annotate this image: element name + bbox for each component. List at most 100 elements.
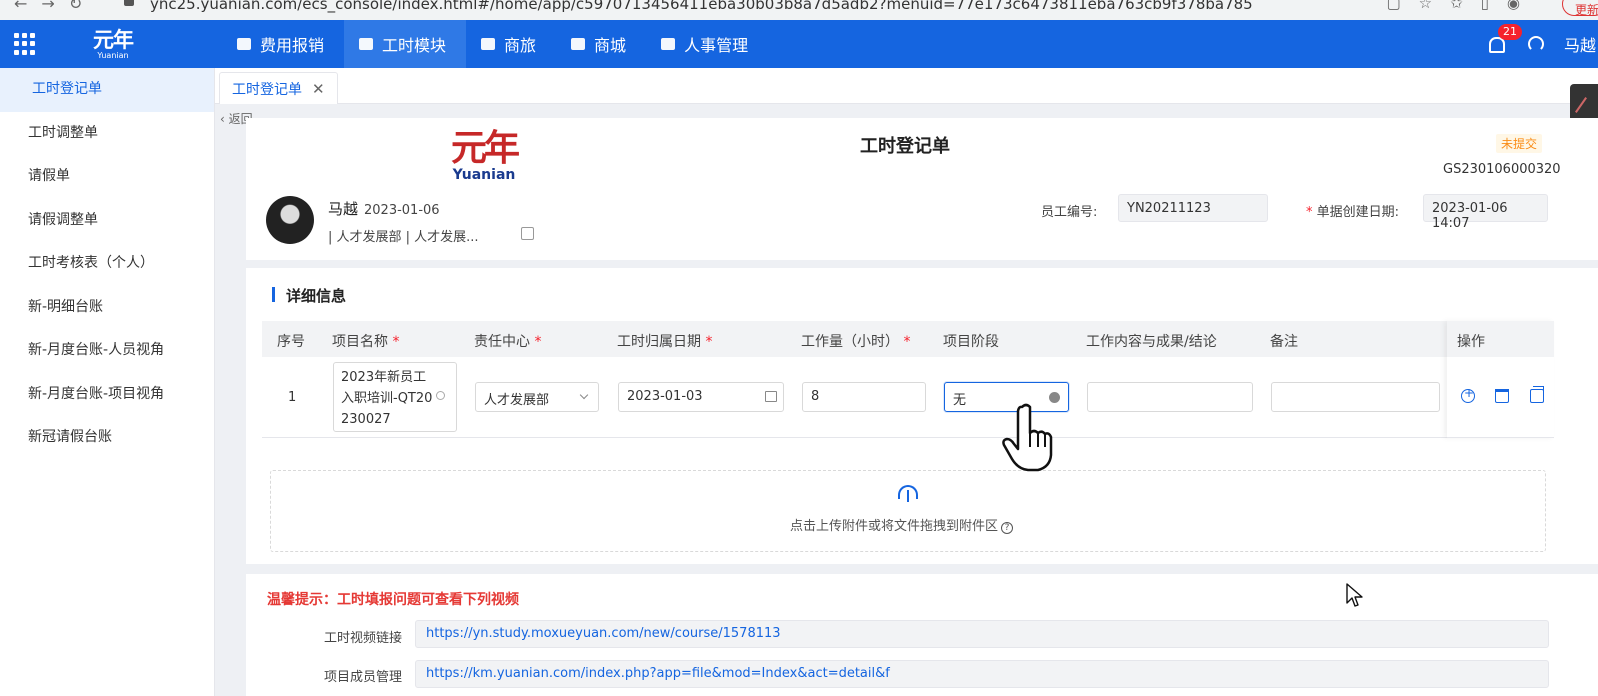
hours-input[interactable]: 8 (802, 382, 926, 412)
browser-nav-icons[interactable]: ←→↻ (14, 0, 96, 13)
sidebar-item-monthly-person[interactable]: 新-月度台账-人员视角 (0, 329, 214, 373)
upload-hint[interactable]: 点击上传附件或将文件拖拽到附件区? (790, 515, 1014, 534)
sidebar-item-covid-leave[interactable]: 新冠请假台账 (0, 416, 214, 460)
menu-item-label: 商城 (594, 36, 627, 55)
arrow-cursor-icon (1346, 583, 1363, 607)
user-name[interactable]: 马越 (1564, 32, 1598, 56)
tab-bar: 工时登记单 ✕ (215, 68, 1598, 104)
sidebar-item-monthly-project[interactable]: 新-月度台账-项目视角 (0, 373, 214, 417)
content-input[interactable] (1087, 382, 1253, 412)
remark-input[interactable] (1271, 382, 1440, 412)
column-header-center: 责任中心 * (474, 334, 542, 350)
column-header-hours-text: 工作量（小时） (801, 334, 899, 350)
store-icon (570, 37, 586, 51)
tab-timesheet[interactable]: 工时登记单 ✕ (219, 72, 338, 104)
column-header-date: 工时归属日期 * (617, 334, 713, 350)
center-select[interactable]: 人才发展部 (475, 382, 599, 412)
column-header-operations: 操作 (1457, 334, 1485, 350)
created-date-label: * 单据创建日期: (1306, 205, 1400, 220)
support-headset-icon[interactable] (1528, 36, 1544, 52)
person-department: | 人才发展部 | 人才发展... (328, 230, 479, 245)
upload-dropzone[interactable] (270, 470, 1546, 552)
sidebar-item-leave-adjust[interactable]: 请假调整单 (0, 199, 214, 243)
delete-icon[interactable] (1495, 389, 1509, 403)
company-logo: 元年 Yuanian (448, 128, 520, 183)
person-date: 2023-01-06 (364, 203, 440, 218)
brand-logo-cn: 元年 (93, 28, 134, 52)
browser-update-button[interactable]: 更新 (1562, 0, 1598, 17)
column-header-index: 序号 (277, 334, 305, 350)
created-date-field: 2023-01-06 14:07 (1423, 194, 1548, 231)
member-link[interactable]: https://km.yuanian.com/index.php?app=fil… (415, 660, 1549, 688)
sidebar-item-leave[interactable]: 请假单 (0, 155, 214, 199)
employee-no-label: 员工编号: (1041, 205, 1098, 220)
hand-cursor-icon (1002, 403, 1053, 472)
help-icon[interactable]: ? (1001, 522, 1014, 534)
calendar-icon[interactable] (765, 391, 777, 402)
address-bar[interactable]: ync25.yuanian.com/ecs_console/index.html… (150, 0, 1253, 13)
column-header-content: 工作内容与成果/结论 (1086, 334, 1217, 350)
column-header-stage: 项目阶段 (943, 334, 999, 350)
company-logo-cn: 元年 (450, 128, 520, 169)
tips-title: 温馨提示：工时填报问题可查看下列视频 (267, 592, 519, 608)
column-header-project-text: 项目名称 (332, 334, 388, 350)
suitcase-icon (480, 37, 496, 51)
browser-action-icons[interactable]: ▢☆✩▯◉ (1386, 0, 1538, 12)
sidebar-item-timesheet[interactable]: 工时登记单 (0, 68, 214, 112)
main-menu: 费用报销 工时模块 商旅 商城 人事管理 (222, 20, 768, 68)
menu-item-label: 人事管理 (684, 36, 749, 55)
browser-toolbar: ←→↻ ync25.yuanian.com/ecs_console/index.… (0, 0, 1598, 20)
copy-icon[interactable] (1530, 386, 1544, 403)
row-index: 1 (288, 390, 297, 405)
close-icon[interactable]: ✕ (312, 80, 325, 98)
sidebar-item-assessment[interactable]: 工时考核表（个人） (0, 242, 214, 286)
add-row-icon[interactable] (1461, 386, 1475, 403)
people-icon (660, 37, 676, 51)
date-picker[interactable]: 2023-01-03 (618, 382, 784, 412)
search-icon[interactable] (436, 391, 445, 400)
section-title: 详细信息 (272, 285, 346, 306)
brand-logo-en: Yuanian (97, 51, 129, 60)
lock-icon (124, 0, 134, 6)
brand-logo[interactable]: 元年 Yuanian (93, 28, 134, 60)
video-link[interactable]: https://yn.study.moxueyuan.com/new/cours… (415, 620, 1549, 648)
tab-label: 工时登记单 (232, 81, 302, 98)
document-number: GS230106000320 (1443, 162, 1561, 177)
top-right-tools: 21 马越 (1486, 20, 1598, 68)
clear-icon[interactable] (1049, 392, 1060, 403)
column-header-hours: 工作量（小时） * (801, 334, 911, 350)
menu-item-expense[interactable]: 费用报销 (222, 20, 344, 68)
company-logo-en: Yuanian (452, 167, 516, 183)
building-icon (358, 37, 374, 51)
column-header-remark: 备注 (1270, 334, 1298, 350)
menu-item-mall[interactable]: 商城 (556, 20, 646, 68)
employee-no-field: YN20211123 (1118, 194, 1268, 222)
menu-item-label: 费用报销 (260, 36, 325, 55)
member-link-label: 项目成员管理 (324, 670, 403, 685)
status-badge: 未提交 (1496, 134, 1543, 153)
menu-item-label: 工时模块 (382, 36, 447, 55)
app-grid-icon[interactable] (14, 33, 36, 55)
menu-item-travel[interactable]: 商旅 (466, 20, 556, 68)
page-title: 工时登记单 (860, 136, 950, 157)
menu-item-timesheet[interactable]: 工时模块 (344, 20, 467, 68)
edit-icon[interactable] (521, 227, 534, 240)
expense-icon (236, 37, 252, 51)
person-name: 马越 (328, 200, 359, 218)
menu-item-hr[interactable]: 人事管理 (646, 20, 768, 68)
sidebar-item-detail-ledger[interactable]: 新-明细台账 (0, 286, 214, 330)
created-date-label-text: 单据创建日期: (1316, 205, 1400, 220)
top-navigation: 元年 Yuanian 费用报销 工时模块 商旅 商城 人事管理 21 马越 (0, 20, 1598, 68)
notification-bell-icon[interactable]: 21 (1486, 24, 1522, 54)
column-header-center-text: 责任中心 (474, 334, 530, 350)
menu-item-label: 商旅 (504, 36, 537, 55)
sidebar-item-timesheet-adjust[interactable]: 工时调整单 (0, 112, 214, 156)
person-info: 马越 2023-01-06 (328, 198, 440, 219)
upload-hint-text: 点击上传附件或将文件拖拽到附件区 (790, 519, 999, 534)
cloud-upload-icon[interactable] (898, 485, 918, 502)
video-link-label: 工时视频链接 (324, 631, 403, 646)
column-header-date-text: 工时归属日期 (617, 334, 701, 350)
sidebar: 工时登记单 工时调整单 请假单 请假调整单 工时考核表（个人） 新-明细台账 新… (0, 68, 215, 696)
avatar (266, 196, 314, 244)
column-header-project: 项目名称 * (332, 334, 400, 350)
